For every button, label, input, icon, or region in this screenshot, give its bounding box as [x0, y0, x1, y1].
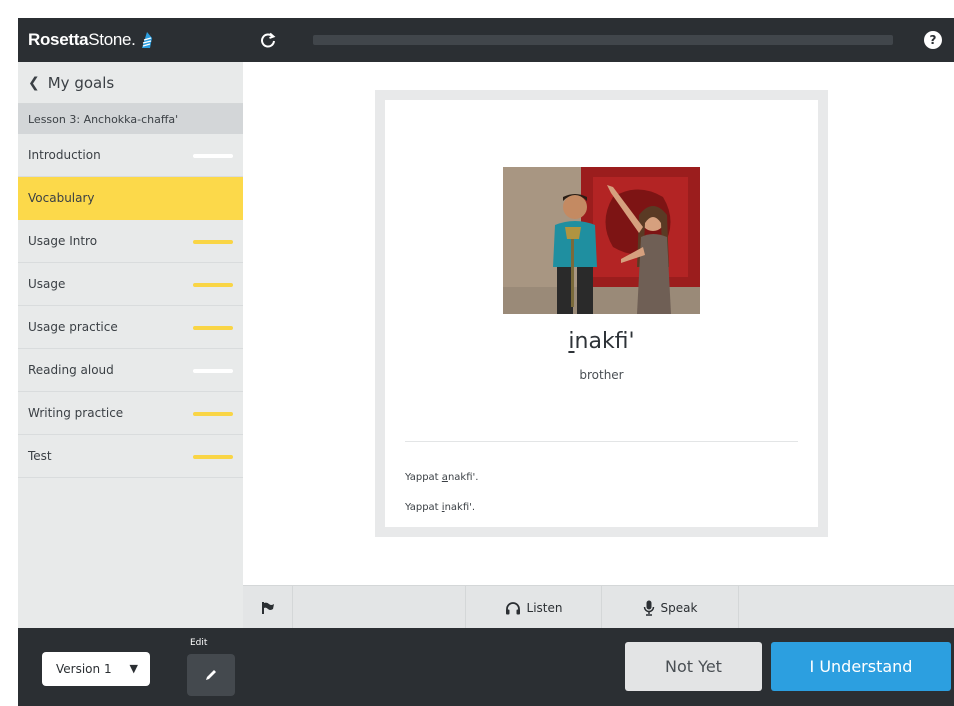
edit-button[interactable]	[187, 654, 235, 696]
brand-name-light: Stone.	[88, 30, 136, 49]
sidebar-footer: Version 1 ▼ Edit	[18, 628, 243, 706]
main-content: inakfi' brother Yappat anakfi'. Yappat i…	[243, 62, 954, 585]
sidebar-item-introduction[interactable]: Introduction	[18, 134, 243, 177]
sidebar-item-label: Reading aloud	[28, 363, 114, 377]
vocabulary-card-frame: inakfi' brother Yappat anakfi'. Yappat i…	[375, 90, 828, 537]
sidebar-item-usage-practice[interactable]: Usage practice	[18, 306, 243, 349]
microphone-icon	[643, 600, 654, 616]
children-photo-illustration	[503, 167, 700, 314]
headphones-icon	[505, 601, 520, 614]
reload-icon	[261, 32, 276, 48]
caret-down-icon: ▼	[129, 662, 138, 675]
sidebar-item-usage-intro[interactable]: Usage Intro	[18, 220, 243, 263]
sidebar-item-label: Vocabulary	[28, 191, 95, 205]
edit-label: Edit	[190, 638, 208, 648]
restart-button[interactable]	[257, 28, 279, 52]
sidebar-item-label: Usage	[28, 277, 66, 291]
bottom-toolbar: Listen Speak	[243, 585, 954, 629]
sidebar-item-label: Writing practice	[28, 406, 124, 420]
word-rest: nakfi'	[574, 329, 635, 354]
section-progress-indicator	[193, 154, 233, 158]
sidebar-item-vocabulary[interactable]: Vocabulary	[18, 177, 243, 220]
sentence-prefix: Yappat	[405, 502, 442, 513]
example-sentence-1: Yappat anakfi'.	[405, 472, 478, 483]
vocabulary-photo	[503, 167, 700, 314]
version-select-value: Version 1	[56, 662, 112, 676]
rosetta-stone-logo-icon	[141, 32, 152, 48]
back-label: My goals	[47, 73, 115, 92]
speak-button[interactable]: Speak	[602, 586, 739, 629]
chevron-left-icon: ❮	[28, 74, 40, 91]
vocabulary-card: inakfi' brother Yappat anakfi'. Yappat i…	[385, 100, 818, 527]
lesson-title: Lesson 3: Anchokka-chaffa'	[18, 104, 243, 134]
sentence-suffix: nakfi'.	[447, 472, 479, 483]
sentence-suffix: nakfi'.	[444, 502, 476, 513]
sidebar-item-writing-practice[interactable]: Writing practice	[18, 392, 243, 435]
card-divider	[405, 441, 798, 442]
toolbar-spacer	[293, 586, 466, 629]
action-bar: Not Yet I Understand	[243, 628, 954, 706]
listen-button[interactable]: Listen	[466, 586, 602, 629]
section-progress-indicator	[193, 369, 233, 373]
sidebar-item-label: Usage practice	[28, 320, 118, 334]
vocabulary-word: inakfi'	[385, 329, 818, 354]
lesson-progress-bar	[313, 35, 893, 45]
logo-bar: RosettaStone.	[18, 18, 243, 62]
section-progress-indicator	[193, 455, 233, 459]
listen-label: Listen	[526, 600, 563, 615]
section-progress-indicator	[193, 326, 233, 330]
word-translation: brother	[579, 368, 624, 382]
example-sentence-2: Yappat inakfi'.	[405, 502, 475, 513]
speak-label: Speak	[660, 600, 698, 615]
section-progress-indicator	[193, 412, 233, 416]
i-understand-button[interactable]: I Understand	[771, 642, 951, 691]
pencil-icon	[206, 670, 216, 680]
not-yet-button[interactable]: Not Yet	[625, 642, 762, 691]
sentence-prefix: Yappat	[405, 472, 442, 483]
app-window: RosettaStone. ? ❮ My goals Lesson 3: Anc…	[0, 0, 954, 706]
help-icon: ?	[929, 33, 937, 47]
sidebar-item-label: Usage Intro	[28, 234, 98, 248]
section-progress-indicator	[193, 283, 233, 287]
flag-icon	[261, 601, 274, 614]
brand-logo: RosettaStone.	[28, 30, 136, 50]
sidebar-item-label: Test	[28, 449, 52, 463]
lesson-sidebar: ❮ My goals Lesson 3: Anchokka-chaffa' In…	[18, 62, 243, 628]
sidebar-item-test[interactable]: Test	[18, 435, 243, 478]
version-select[interactable]: Version 1 ▼	[42, 652, 150, 686]
top-toolbar: ?	[243, 18, 954, 62]
lesson-section-list: Introduction Vocabulary Usage Intro Usage Us…	[18, 134, 243, 478]
my-goals-back-link[interactable]: ❮ My goals	[18, 62, 243, 104]
sidebar-item-reading-aloud[interactable]: Reading aloud	[18, 349, 243, 392]
sidebar-item-label: Introduction	[28, 148, 101, 162]
report-flag-button[interactable]	[243, 586, 293, 629]
sidebar-item-usage[interactable]: Usage	[18, 263, 243, 306]
help-button[interactable]: ?	[924, 31, 942, 49]
brand-name-bold: Rosetta	[28, 30, 89, 49]
section-progress-indicator	[193, 240, 233, 244]
